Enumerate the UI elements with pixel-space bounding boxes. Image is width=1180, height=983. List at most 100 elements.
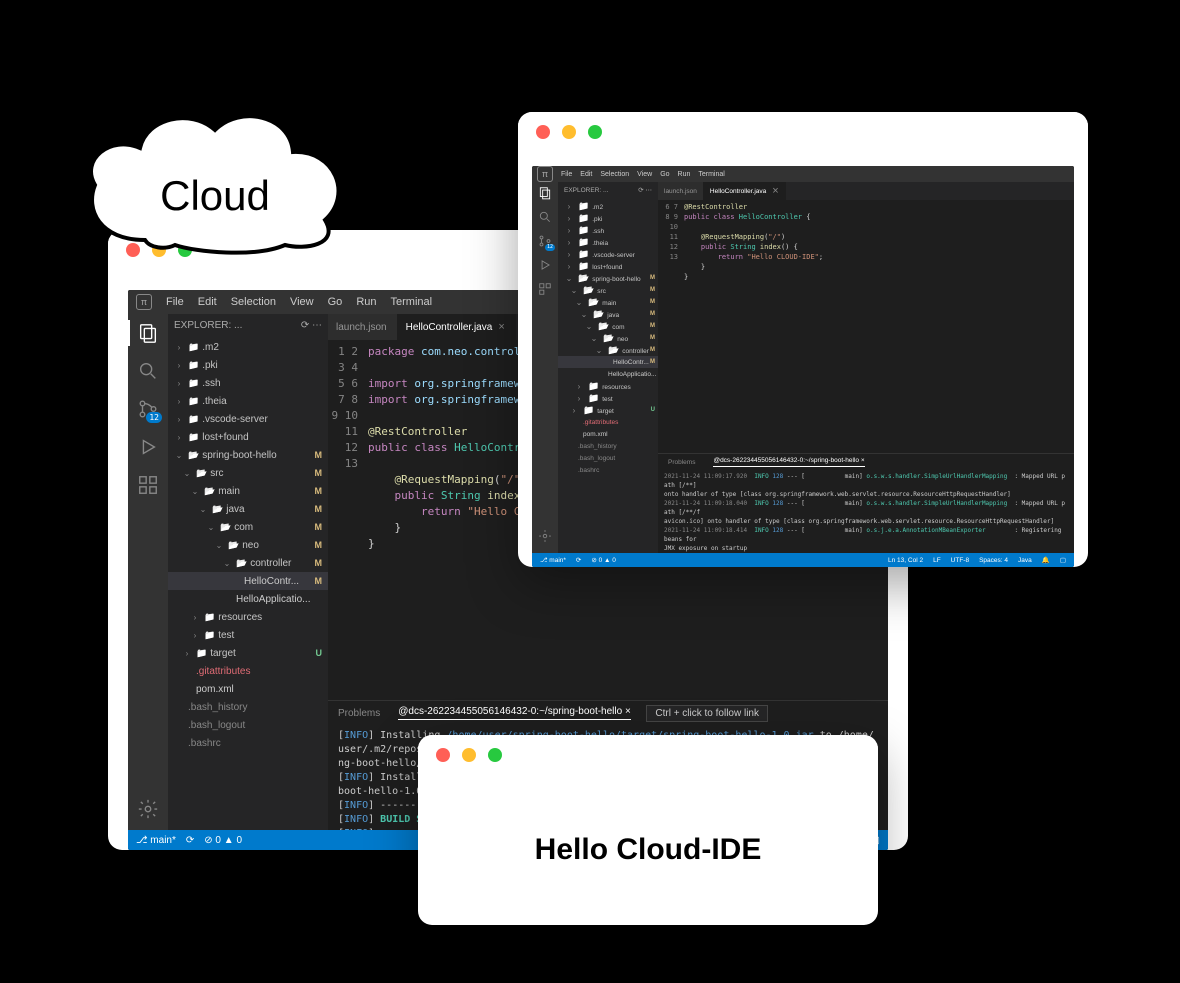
tree-folder[interactable]: ›.pki: [558, 212, 658, 224]
tree-folder[interactable]: ⌄controllerM: [558, 344, 658, 356]
status-language[interactable]: Java: [1018, 557, 1032, 564]
tab-launch-json[interactable]: launch.json: [658, 182, 704, 200]
tree-folder[interactable]: ›.ssh: [558, 224, 658, 236]
status-bell-icon[interactable]: 🔔: [1042, 556, 1050, 564]
tree-file[interactable]: HelloApplicatio...: [168, 590, 328, 608]
tree-folder[interactable]: ›test: [558, 392, 658, 404]
panel-tab-problems[interactable]: Problems: [338, 708, 380, 719]
tree-folder[interactable]: ›lost+found: [558, 260, 658, 272]
tree-folder[interactable]: ⌄neoM: [168, 536, 328, 554]
close-icon[interactable]: ×: [772, 185, 778, 197]
extensions-icon[interactable]: [137, 474, 159, 496]
scm-icon[interactable]: 12: [137, 398, 159, 420]
tree-folder[interactable]: ›.ssh: [168, 374, 328, 392]
status-branch[interactable]: ⎇ main*: [540, 556, 566, 564]
close-icon[interactable]: ×: [625, 706, 631, 717]
close-icon[interactable]: [436, 748, 450, 762]
menu-selection[interactable]: Selection: [600, 171, 629, 178]
status-sync-icon[interactable]: ⟳: [186, 835, 194, 846]
status-sync-icon[interactable]: ⟳: [576, 556, 581, 564]
terminal-output[interactable]: 2021-11-24 11:09:17.920 INFO 128 --- [ m…: [658, 470, 1074, 553]
tree-folder[interactable]: ⌄comM: [168, 518, 328, 536]
menu-go[interactable]: Go: [328, 296, 343, 308]
settings-icon[interactable]: [538, 529, 552, 543]
search-icon[interactable]: [538, 210, 552, 224]
tree-folder[interactable]: ⌄comM: [558, 320, 658, 332]
tree-file[interactable]: .gitattributes: [558, 416, 658, 428]
extensions-icon[interactable]: [538, 282, 552, 296]
tree-folder[interactable]: ⌄javaM: [558, 308, 658, 320]
tree-folder[interactable]: ›targetU: [558, 404, 658, 416]
tree-file[interactable]: .bash_history: [168, 698, 328, 716]
status-branch[interactable]: ⎇ main*: [136, 835, 176, 846]
menu-run[interactable]: Run: [356, 296, 376, 308]
tree-folder[interactable]: ⌄neoM: [558, 332, 658, 344]
menu-selection[interactable]: Selection: [231, 296, 276, 308]
tree-file[interactable]: pom.xml: [168, 680, 328, 698]
tree-file[interactable]: .gitattributes: [168, 662, 328, 680]
status-encoding[interactable]: UTF-8: [951, 557, 969, 564]
tree-file[interactable]: .bash_history: [558, 440, 658, 452]
tree-file[interactable]: .bash_logout: [168, 716, 328, 734]
search-icon[interactable]: [137, 360, 159, 382]
tree-folder[interactable]: ⌄spring-boot-helloM: [558, 272, 658, 284]
menu-file[interactable]: File: [166, 296, 184, 308]
tree-folder[interactable]: ›test: [168, 626, 328, 644]
status-problems[interactable]: ⊘ 0 ▲ 0: [591, 556, 616, 564]
status-cursor[interactable]: Ln 13, Col 2: [888, 557, 923, 564]
tab-hellocontroller[interactable]: HelloController.java×: [704, 182, 786, 200]
status-eol[interactable]: LF: [933, 557, 941, 564]
tree-file[interactable]: .bashrc: [558, 464, 658, 476]
menu-terminal[interactable]: Terminal: [698, 171, 724, 178]
tree-folder[interactable]: ⌄mainM: [558, 296, 658, 308]
tree-folder[interactable]: ›.theia: [558, 236, 658, 248]
menu-terminal[interactable]: Terminal: [391, 296, 433, 308]
status-indent[interactable]: Spaces: 4: [979, 557, 1008, 564]
close-icon[interactable]: [536, 125, 550, 139]
menu-view[interactable]: View: [637, 171, 652, 178]
code-content[interactable]: @RestController public class HelloContro…: [684, 200, 1074, 453]
tree-folder[interactable]: ›lost+found: [168, 428, 328, 446]
tree-folder[interactable]: ›.vscode-server: [558, 248, 658, 260]
code-editor[interactable]: 6 7 8 9 10 11 12 13 @RestController publ…: [658, 200, 1074, 453]
tree-folder[interactable]: ›.m2: [558, 200, 658, 212]
tree-file[interactable]: .bash_logout: [558, 452, 658, 464]
tree-folder[interactable]: ⌄srcM: [558, 284, 658, 296]
maximize-icon[interactable]: [588, 125, 602, 139]
tree-folder[interactable]: ⌄javaM: [168, 500, 328, 518]
tree-file[interactable]: HelloApplicatio...: [558, 368, 658, 380]
tree-folder[interactable]: ›resources: [168, 608, 328, 626]
menu-go[interactable]: Go: [660, 171, 669, 178]
tree-folder[interactable]: ⌄srcM: [168, 464, 328, 482]
explorer-icon[interactable]: [538, 186, 552, 200]
close-icon[interactable]: ×: [498, 321, 504, 333]
menu-view[interactable]: View: [290, 296, 314, 308]
menu-run[interactable]: Run: [678, 171, 691, 178]
tree-folder[interactable]: ›.pki: [168, 356, 328, 374]
scm-icon[interactable]: 12: [538, 234, 552, 248]
tree-folder[interactable]: ›resources: [558, 380, 658, 392]
status-problems[interactable]: ⊘ 0 ▲ 0: [204, 835, 242, 846]
panel-tab-problems[interactable]: Problems: [668, 459, 695, 466]
tree-folder[interactable]: ›.m2: [168, 338, 328, 356]
debug-icon[interactable]: [137, 436, 159, 458]
tree-folder[interactable]: ›.vscode-server: [168, 410, 328, 428]
status-layout-icon[interactable]: ▢: [1060, 556, 1066, 564]
tree-folder[interactable]: ⌄mainM: [168, 482, 328, 500]
tab-hellocontroller[interactable]: HelloController.java×: [398, 314, 516, 340]
panel-tab-terminal[interactable]: @dcs-262234455056146432-0:~/spring-boot-…: [713, 457, 864, 467]
panel-tab-terminal[interactable]: @dcs-262234455056146432-0:~/spring-boot-…: [398, 706, 631, 720]
tree-folder[interactable]: ›.theia: [168, 392, 328, 410]
tree-file[interactable]: pom.xml: [558, 428, 658, 440]
menu-edit[interactable]: Edit: [198, 296, 217, 308]
tree-file[interactable]: HelloContr...M: [558, 356, 658, 368]
minimize-icon[interactable]: [562, 125, 576, 139]
tree-folder[interactable]: ›targetU: [168, 644, 328, 662]
tree-folder[interactable]: ⌄spring-boot-helloM: [168, 446, 328, 464]
menu-file[interactable]: File: [561, 171, 572, 178]
minimize-icon[interactable]: [462, 748, 476, 762]
debug-icon[interactable]: [538, 258, 552, 272]
maximize-icon[interactable]: [488, 748, 502, 762]
tree-file[interactable]: .bashrc: [168, 734, 328, 752]
menu-edit[interactable]: Edit: [580, 171, 592, 178]
